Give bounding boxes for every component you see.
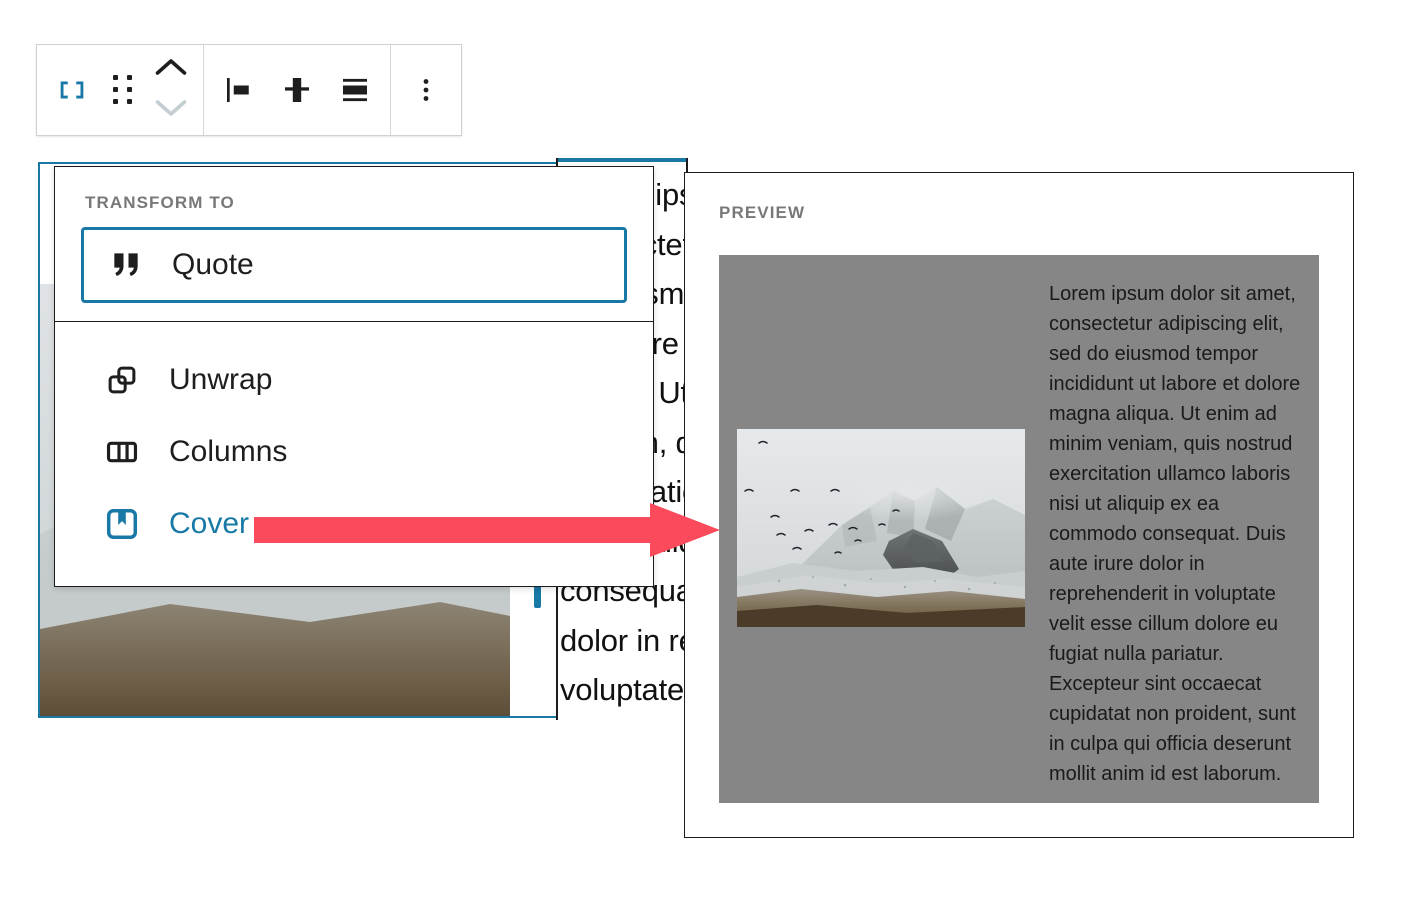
align-stretch-button[interactable] xyxy=(326,45,384,135)
align-stretch-icon xyxy=(343,78,367,102)
menu-item-unwrap-label: Unwrap xyxy=(169,363,273,396)
move-up-button[interactable] xyxy=(153,55,189,84)
transform-to-menu: TRANSFORM TO Quote Unwrap Columns Cover xyxy=(54,166,654,587)
transform-menu-list: Unwrap Columns Cover xyxy=(55,322,653,586)
align-center-button[interactable] xyxy=(268,45,326,135)
preview-label: PREVIEW xyxy=(719,203,806,222)
drag-handle-icon xyxy=(112,74,134,106)
transform-option-quote[interactable]: Quote xyxy=(81,227,627,303)
group-block-icon xyxy=(60,81,84,99)
screenshot-root: Lorem ipsum dolor sit amet, consectetur … xyxy=(0,0,1428,910)
menu-item-columns-label: Columns xyxy=(169,435,288,468)
block-toolbar xyxy=(36,44,462,136)
menu-item-cover-label: Cover xyxy=(169,507,250,540)
block-mover xyxy=(145,45,197,135)
unwrap-icon xyxy=(108,366,136,394)
toolbar-group-alignment xyxy=(204,45,390,135)
menu-item-columns[interactable]: Columns xyxy=(55,416,653,488)
mountain-photo-preview xyxy=(737,429,1025,627)
toolbar-group-options xyxy=(391,45,461,135)
cover-icon xyxy=(106,508,138,540)
vertical-dots-icon xyxy=(423,79,429,101)
quote-icon xyxy=(114,253,138,276)
more-options-button[interactable] xyxy=(397,45,455,135)
align-left-icon xyxy=(227,78,249,102)
preview-cover-image xyxy=(737,429,1025,627)
transform-option-quote-label: Quote xyxy=(172,248,254,281)
transform-options-grid: Quote xyxy=(55,227,653,321)
block-type-group-button[interactable] xyxy=(43,45,101,135)
chevron-up-icon xyxy=(155,59,187,75)
toolbar-group-block-controls xyxy=(37,45,203,135)
align-left-button[interactable] xyxy=(210,45,268,135)
preview-panel: PREVIEW Lorem ipsum dolor sit amet, cons… xyxy=(684,172,1354,838)
menu-item-unwrap[interactable]: Unwrap xyxy=(55,344,653,416)
columns-icon xyxy=(106,441,138,463)
chevron-down-icon xyxy=(155,100,187,116)
preview-cover-block: Lorem ipsum dolor sit amet, consectetur … xyxy=(719,255,1319,803)
preview-cover-text: Lorem ipsum dolor sit amet, consectetur … xyxy=(1049,283,1301,785)
transform-section-label: TRANSFORM TO xyxy=(85,193,235,212)
menu-item-cover[interactable]: Cover xyxy=(55,488,653,560)
drag-handle-button[interactable] xyxy=(101,45,145,135)
block-selection-accent xyxy=(558,158,686,162)
align-center-icon xyxy=(285,78,309,102)
move-down-button[interactable] xyxy=(153,96,189,125)
